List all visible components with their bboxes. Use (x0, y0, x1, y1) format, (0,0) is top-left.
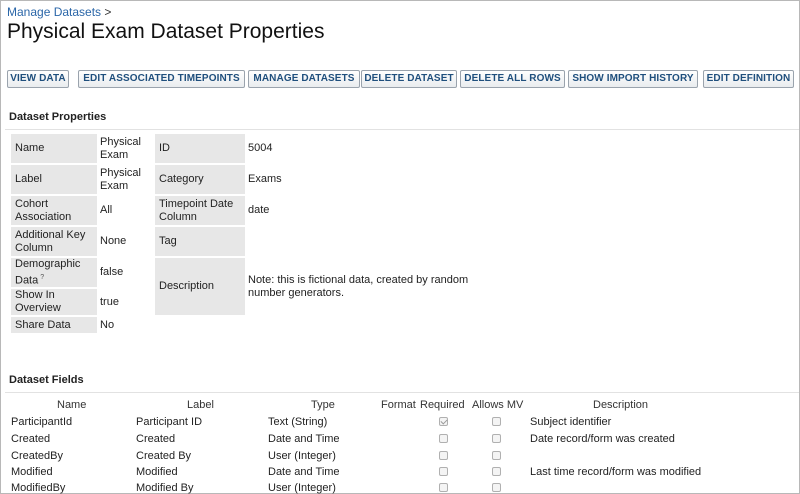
page-title: Physical Exam Dataset Properties (7, 20, 325, 43)
prop-label-description: Description (155, 258, 245, 315)
prop-value-label: Physical Exam (100, 166, 141, 192)
field-name: ParticipantId (11, 416, 73, 428)
column-header-type: Type (311, 399, 335, 411)
required-checkbox (439, 451, 448, 460)
prop-label-additional-key-column: Additional Key Column (11, 227, 97, 256)
allows-mv-checkbox (492, 467, 501, 476)
required-checkbox (439, 417, 448, 426)
field-name: ModifiedBy (11, 482, 66, 494)
section-divider (5, 129, 799, 130)
breadcrumb-link-manage-datasets[interactable]: Manage Datasets (7, 5, 101, 19)
required-checkbox (439, 467, 448, 476)
help-icon[interactable]: ? (40, 274, 44, 281)
view-data-button[interactable]: VIEW DATA (7, 70, 69, 88)
prop-value-demographic-data: false (100, 266, 124, 278)
field-type: Text (String) (268, 416, 328, 428)
manage-datasets-button[interactable]: MANAGE DATASETS (248, 70, 360, 88)
allows-mv-checkbox (492, 417, 501, 426)
toolbar: VIEW DATA EDIT ASSOCIATED TIMEPOINTS MAN… (7, 70, 797, 88)
dataset-properties-heading: Dataset Properties (9, 111, 107, 123)
field-name: Created (11, 433, 51, 445)
column-header-required: Required (420, 399, 465, 411)
breadcrumb: Manage Datasets > (7, 5, 111, 19)
field-label: Created (136, 433, 176, 445)
column-header-allows-mv: Allows MV (472, 399, 524, 411)
field-description: Last time record/form was modified (530, 466, 702, 478)
prop-label-timepoint-date-column: Timepoint Date Column (155, 196, 245, 225)
field-label: Modified By (136, 482, 194, 494)
prop-value-additional-key-column: None (100, 235, 127, 247)
show-import-history-button[interactable]: SHOW IMPORT HISTORY (568, 70, 698, 88)
edit-associated-timepoints-button[interactable]: EDIT ASSOCIATED TIMEPOINTS (78, 70, 245, 88)
prop-value-share-data: No (100, 318, 115, 331)
column-header-label: Label (187, 399, 214, 411)
allows-mv-checkbox (492, 451, 501, 460)
field-name: CreatedBy (11, 450, 63, 462)
prop-label-category: Category (155, 165, 245, 194)
prop-label-label: Label (11, 165, 97, 194)
prop-value-show-in-overview: true (100, 295, 119, 308)
prop-label-cohort-association: Cohort Association (11, 196, 97, 225)
field-description: Subject identifier (530, 416, 612, 428)
section-divider (5, 392, 799, 393)
field-type: Date and Time (268, 466, 340, 478)
field-type: User (Integer) (268, 482, 336, 494)
prop-value-description: Note: this is fictional data, created by… (248, 273, 469, 299)
field-type: Date and Time (268, 433, 340, 445)
prop-label-id: ID (155, 134, 245, 163)
prop-value-id: 5004 (248, 142, 273, 154)
field-name: Modified (11, 466, 53, 478)
prop-value-cohort-association: All (100, 204, 113, 216)
field-type: User (Integer) (268, 450, 336, 462)
allows-mv-checkbox (492, 483, 501, 492)
field-description: Date record/form was created (530, 433, 675, 445)
breadcrumb-separator: > (104, 5, 112, 19)
dataset-fields-heading: Dataset Fields (9, 374, 84, 386)
prop-label-demographic-data-text: Demographic Data (15, 257, 81, 287)
prop-label-share-data: Share Data (11, 317, 97, 333)
column-header-format: Format (381, 399, 416, 411)
field-label: Created By (136, 450, 192, 462)
field-label: Modified (136, 466, 178, 478)
prop-label-tag: Tag (155, 227, 245, 256)
prop-value-tag (248, 227, 498, 256)
required-checkbox (439, 483, 448, 492)
prop-label-demographic-data: Demographic Data? (11, 258, 97, 287)
prop-value-name: Physical Exam (100, 135, 141, 161)
column-header-name: Name (57, 399, 87, 411)
prop-label-show-in-overview: Show In Overview (11, 289, 97, 315)
delete-dataset-button[interactable]: DELETE DATASET (361, 70, 457, 88)
allows-mv-checkbox (492, 434, 501, 443)
required-checkbox (439, 434, 448, 443)
column-header-description: Description (593, 399, 649, 411)
edit-definition-button[interactable]: EDIT DEFINITION (703, 70, 794, 88)
field-label: Participant ID (136, 416, 203, 428)
prop-label-name: Name (11, 134, 97, 163)
prop-value-category: Exams (248, 173, 282, 185)
delete-all-rows-button[interactable]: DELETE ALL ROWS (460, 70, 565, 88)
prop-value-timepoint-date-column: date (248, 204, 270, 216)
